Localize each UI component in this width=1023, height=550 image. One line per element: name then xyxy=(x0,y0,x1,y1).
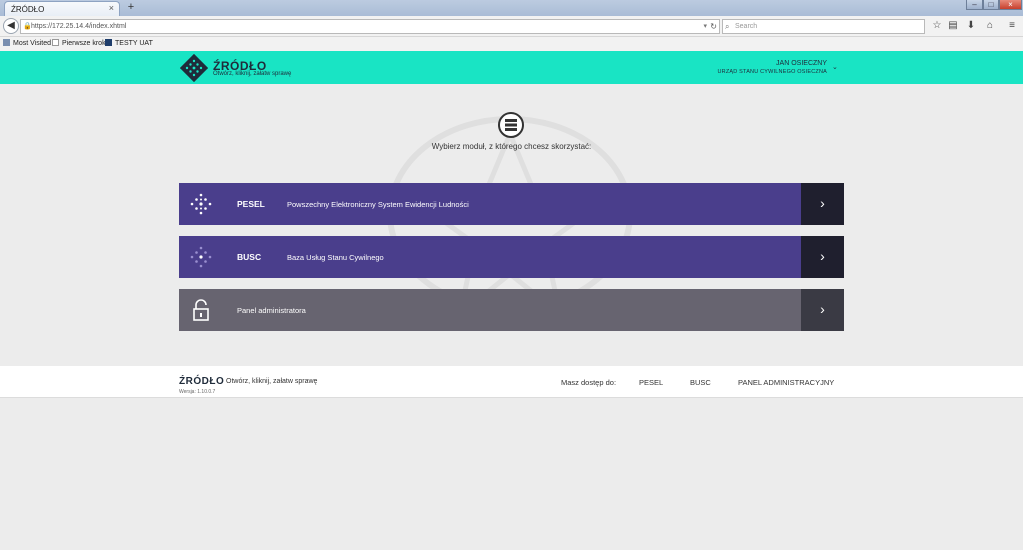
footer-logo: ŹRÓDŁO xyxy=(179,376,225,387)
module-prompt: Wybierz moduł, z którego chcesz skorzyst… xyxy=(431,142,592,151)
module-busc-button[interactable]: BUSC Baza Usług Stanu Cywilnego › xyxy=(179,236,844,278)
url-text: https://172.25.14.4/index.xhtml xyxy=(31,23,127,30)
footer-link-pesel[interactable]: PESEL xyxy=(639,378,663,387)
dots-diamond-faded-icon xyxy=(190,246,212,268)
search-icon: ⌕ xyxy=(725,22,730,31)
browser-navbar: ◀ 🔒 https://172.25.14.4/index.xhtml ▾ ↻ … xyxy=(0,16,1023,37)
bookmark-most-visited[interactable]: Most Visited xyxy=(3,37,51,51)
menu-icon[interactable]: ≡ xyxy=(1005,19,1019,33)
new-tab-button[interactable]: + xyxy=(125,1,137,14)
url-dropdown-icon[interactable]: ▾ xyxy=(703,20,707,33)
module-description: Powszechny Elektroniczny System Ewidencj… xyxy=(287,200,469,209)
footer-link-busc[interactable]: BUSC xyxy=(690,378,711,387)
bookmarks-bar: Most Visited Pierwsze kroki TESTY UAT xyxy=(0,37,1023,51)
chevron-right-icon[interactable]: › xyxy=(801,289,844,331)
module-admin-button[interactable]: Panel administratora › xyxy=(179,289,844,331)
unlock-icon xyxy=(193,299,209,321)
chevron-right-icon[interactable]: › xyxy=(801,183,844,225)
module-pesel-button[interactable]: PESEL Powszechny Elektroniczny System Ew… xyxy=(179,183,844,225)
bookmark-star-icon[interactable]: ☆ xyxy=(930,19,944,33)
page-background xyxy=(0,398,1023,550)
user-name[interactable]: JAN OSIECZNY xyxy=(776,60,827,67)
footer-link-admin-panel[interactable]: PANEL ADMINISTRACYJNY xyxy=(738,378,834,387)
lock-icon: 🔒 xyxy=(23,23,32,30)
module-description: Baza Usług Stanu Cywilnego xyxy=(287,253,384,262)
bookmark-pierwsze-kroki[interactable]: Pierwsze kroki xyxy=(52,37,107,51)
search-placeholder: Search xyxy=(735,23,758,30)
module-code: BUSC xyxy=(237,252,262,262)
tab-title: ŹRÓDŁO xyxy=(11,5,45,14)
page-icon xyxy=(52,39,59,46)
module-code: PESEL xyxy=(237,199,265,209)
reload-icon[interactable]: ↻ xyxy=(710,20,717,33)
app-header: ŹRÓDŁO Otwórz, kliknij, załatw sprawę JA… xyxy=(0,51,1023,84)
chevron-down-icon[interactable]: ⌄ xyxy=(832,63,838,71)
reading-list-icon[interactable]: ▤ xyxy=(946,19,960,33)
browser-titlebar: ŹRÓDŁO × + – □ × xyxy=(0,0,1023,16)
chevron-right-icon[interactable]: › xyxy=(801,236,844,278)
home-icon[interactable]: ⌂ xyxy=(983,19,997,33)
user-office: URZĄD STANU CYWILNEGO OSIECZNA xyxy=(717,69,827,75)
window-minimize-button[interactable]: – xyxy=(966,0,983,10)
site-icon xyxy=(105,39,112,46)
window-close-button[interactable]: × xyxy=(999,0,1022,10)
window-maximize-button[interactable]: □ xyxy=(983,0,999,10)
module-label: Panel administratora xyxy=(237,306,306,315)
url-bar[interactable]: 🔒 https://172.25.14.4/index.xhtml ▾ ↻ xyxy=(20,19,720,34)
footer-access-label: Masz dostęp do: xyxy=(561,378,617,387)
bookmark-testy-uat[interactable]: TESTY UAT xyxy=(105,37,153,51)
main-content: Wybierz moduł, z którego chcesz skorzyst… xyxy=(0,84,1023,366)
modules-stack-icon xyxy=(498,112,524,138)
app-tagline: Otwórz, kliknij, załatw sprawę xyxy=(213,71,292,77)
search-input[interactable]: ⌕ Search xyxy=(722,19,925,34)
logo-icon[interactable] xyxy=(180,54,208,82)
folder-icon xyxy=(3,39,10,46)
footer-tagline: Otwórz, kliknij, załatw sprawę xyxy=(226,378,318,385)
back-arrow-icon[interactable]: ◀ xyxy=(3,18,19,34)
page-footer: ŹRÓDŁO Otwórz, kliknij, załatw sprawę We… xyxy=(0,366,1023,398)
tab-close-icon[interactable]: × xyxy=(109,3,114,13)
download-icon[interactable]: ⬇ xyxy=(964,19,978,33)
dots-diamond-icon xyxy=(190,193,212,215)
footer-version: Wersja: 1.10.0.7 xyxy=(179,389,216,395)
browser-tab[interactable]: ŹRÓDŁO × xyxy=(4,1,120,16)
